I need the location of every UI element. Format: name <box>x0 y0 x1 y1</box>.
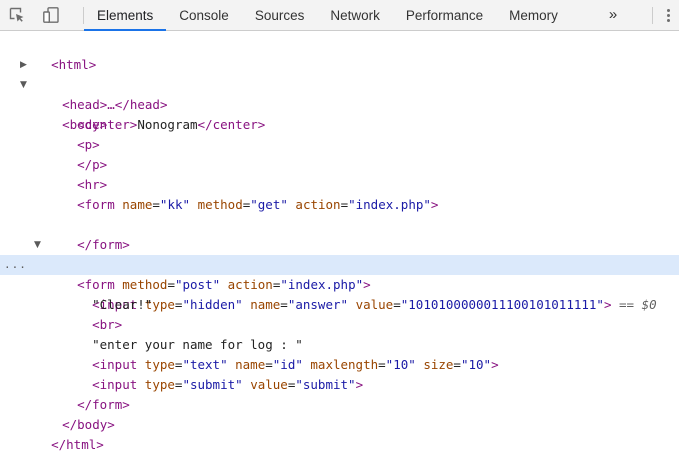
dom-node-form-get[interactable]: <form name="kk" method="get" action="ind… <box>0 175 679 212</box>
dom-node-br[interactable]: <br> <box>0 295 679 332</box>
dom-text-enter[interactable]: "enter your name for log : " <box>0 315 679 352</box>
more-tabs-chevron-icon[interactable]: » <box>603 0 623 31</box>
dom-node-body-close[interactable]: </body> <box>0 395 679 432</box>
devtools-toolbar: Elements Console Sources Network Perform… <box>0 0 679 31</box>
dom-node-html-close[interactable]: </html> <box>0 415 679 452</box>
dom-text-clear[interactable]: "Clear!" <box>0 275 679 312</box>
dom-node-form-post-close[interactable]: </form> <box>0 375 679 412</box>
more-actions-ellipsis-icon[interactable]: ... <box>4 255 27 275</box>
inspect-element-icon[interactable] <box>6 0 28 31</box>
dom-node-input-submit[interactable]: <input type="submit" value="submit"> <box>0 355 679 392</box>
dom-node-head[interactable]: ▶ <head>…</head> <box>0 55 679 112</box>
dom-node-center[interactable]: <center>Nonogram</center> <box>0 95 679 132</box>
dom-tree: <html> ▶ <head>…</head> ▼ <body> <center… <box>0 31 679 452</box>
tab-network[interactable]: Network <box>317 0 393 31</box>
tag-html-close: </html> <box>51 437 104 452</box>
dom-node-input-hidden-selected[interactable]: ... <input type="hidden" name="answer" v… <box>0 255 679 312</box>
dom-node-form-get-close[interactable]: </form> <box>0 215 679 252</box>
device-toolbar-icon[interactable] <box>40 0 62 31</box>
toolbar-separator-right <box>652 7 653 24</box>
tab-memory[interactable]: Memory <box>496 0 571 31</box>
expand-triangle-icon[interactable]: ▶ <box>20 55 30 75</box>
kebab-menu-icon[interactable] <box>662 0 676 31</box>
dom-node-body[interactable]: ▼ <body> <box>0 75 679 132</box>
dom-blank-line <box>0 195 679 215</box>
dom-node-form-post[interactable]: ▼ <form method="post" action="index.php"… <box>0 235 679 292</box>
dom-node-p-close[interactable]: </p> <box>0 135 679 172</box>
dom-node-hr[interactable]: <hr> <box>0 155 679 192</box>
dom-node-p-open[interactable]: <p> <box>0 115 679 152</box>
tab-performance[interactable]: Performance <box>393 0 496 31</box>
collapse-triangle-icon[interactable]: ▼ <box>34 235 44 255</box>
dom-node-html[interactable]: <html> <box>0 35 679 72</box>
tab-sources[interactable]: Sources <box>242 0 318 31</box>
tab-console[interactable]: Console <box>166 0 242 31</box>
panel-tabs: Elements Console Sources Network Perform… <box>84 0 571 31</box>
dom-node-input-text[interactable]: <input type="text" name="id" maxlength="… <box>0 335 679 372</box>
collapse-triangle-icon[interactable]: ▼ <box>20 75 30 95</box>
tab-elements[interactable]: Elements <box>84 0 167 31</box>
